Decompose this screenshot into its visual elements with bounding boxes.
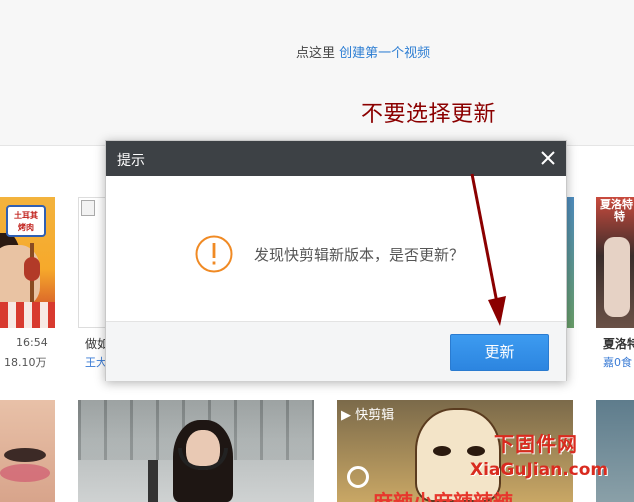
- video-thumbnail-girl[interactable]: [78, 400, 314, 502]
- video-thumbnail-makeup[interactable]: [0, 400, 55, 502]
- dialog-header: 提示: [106, 141, 566, 176]
- thumb-right-figure: [604, 237, 630, 317]
- cartoon-eye-right: [467, 446, 485, 456]
- thumb-mic: [148, 460, 158, 502]
- video-views: 18.10万: [4, 356, 47, 369]
- video-thumbnail-landscape[interactable]: [596, 400, 634, 502]
- cartoon-eye-left: [433, 446, 451, 456]
- close-icon: [541, 151, 555, 165]
- reel-icon: [347, 466, 369, 488]
- thumb-sign: 土耳其 烤肉: [6, 205, 46, 237]
- thumb-eye: [4, 448, 46, 462]
- video-title-right[interactable]: 夏洛特: [603, 335, 634, 352]
- annotation-text: 不要选择更新: [361, 102, 497, 127]
- dialog-message: 发现快剪辑新版本，是否更新？: [254, 246, 465, 264]
- create-hint-prefix: 点这里: [296, 46, 336, 61]
- sign-line1: 土耳其: [14, 211, 38, 220]
- video-author[interactable]: 王大: [85, 354, 107, 370]
- exclamation-circle-icon: [195, 235, 233, 273]
- video-thumbnail-broken[interactable]: [78, 197, 106, 328]
- watermark-cn: 下固件网: [494, 432, 578, 456]
- video-author-right[interactable]: 嘉0食: [603, 354, 632, 370]
- video-duration: 16:54: [16, 336, 48, 349]
- play-icon: ▶: [341, 408, 351, 423]
- update-dialog: 提示 发现快剪辑新版本，是否更新？ 更新: [105, 140, 567, 381]
- create-hint: 点这里 创建第一个视频: [296, 42, 430, 61]
- kuaijianji-logo: ▶ 快剪辑: [341, 404, 394, 423]
- dialog-body: 发现快剪辑新版本，是否更新？: [106, 176, 566, 321]
- thumb-right-line2: 特: [614, 210, 625, 223]
- sign-line2: 烤肉: [18, 223, 34, 232]
- dialog-footer: 更新: [106, 321, 566, 381]
- thumb-tablecloth: [0, 302, 55, 328]
- update-button[interactable]: 更新: [450, 334, 549, 371]
- video-thumbnail-partial[interactable]: [566, 197, 574, 328]
- top-area: 点这里 创建第一个视频 不要选择更新: [0, 0, 634, 146]
- close-button[interactable]: [536, 146, 560, 170]
- broken-image-icon: [81, 200, 95, 216]
- thumb-right-text: 夏洛特 特: [600, 199, 633, 223]
- create-first-video-link[interactable]: 创建第一个视频: [339, 46, 430, 61]
- watermark-en: XiaGuJian.com: [470, 460, 609, 480]
- thumb-cartoon-caption: 麻辣小麻辣辣辣: [373, 490, 513, 502]
- kuaijianji-logo-text: 快剪辑: [355, 408, 395, 423]
- video-thumbnail-kebab[interactable]: 土耳其 烤肉: [0, 197, 55, 328]
- thumb-lid: [0, 464, 50, 482]
- video-thumbnail-right[interactable]: 夏洛特 特: [596, 197, 634, 328]
- thumb-sausage: [24, 257, 40, 281]
- dialog-title: 提示: [117, 153, 145, 169]
